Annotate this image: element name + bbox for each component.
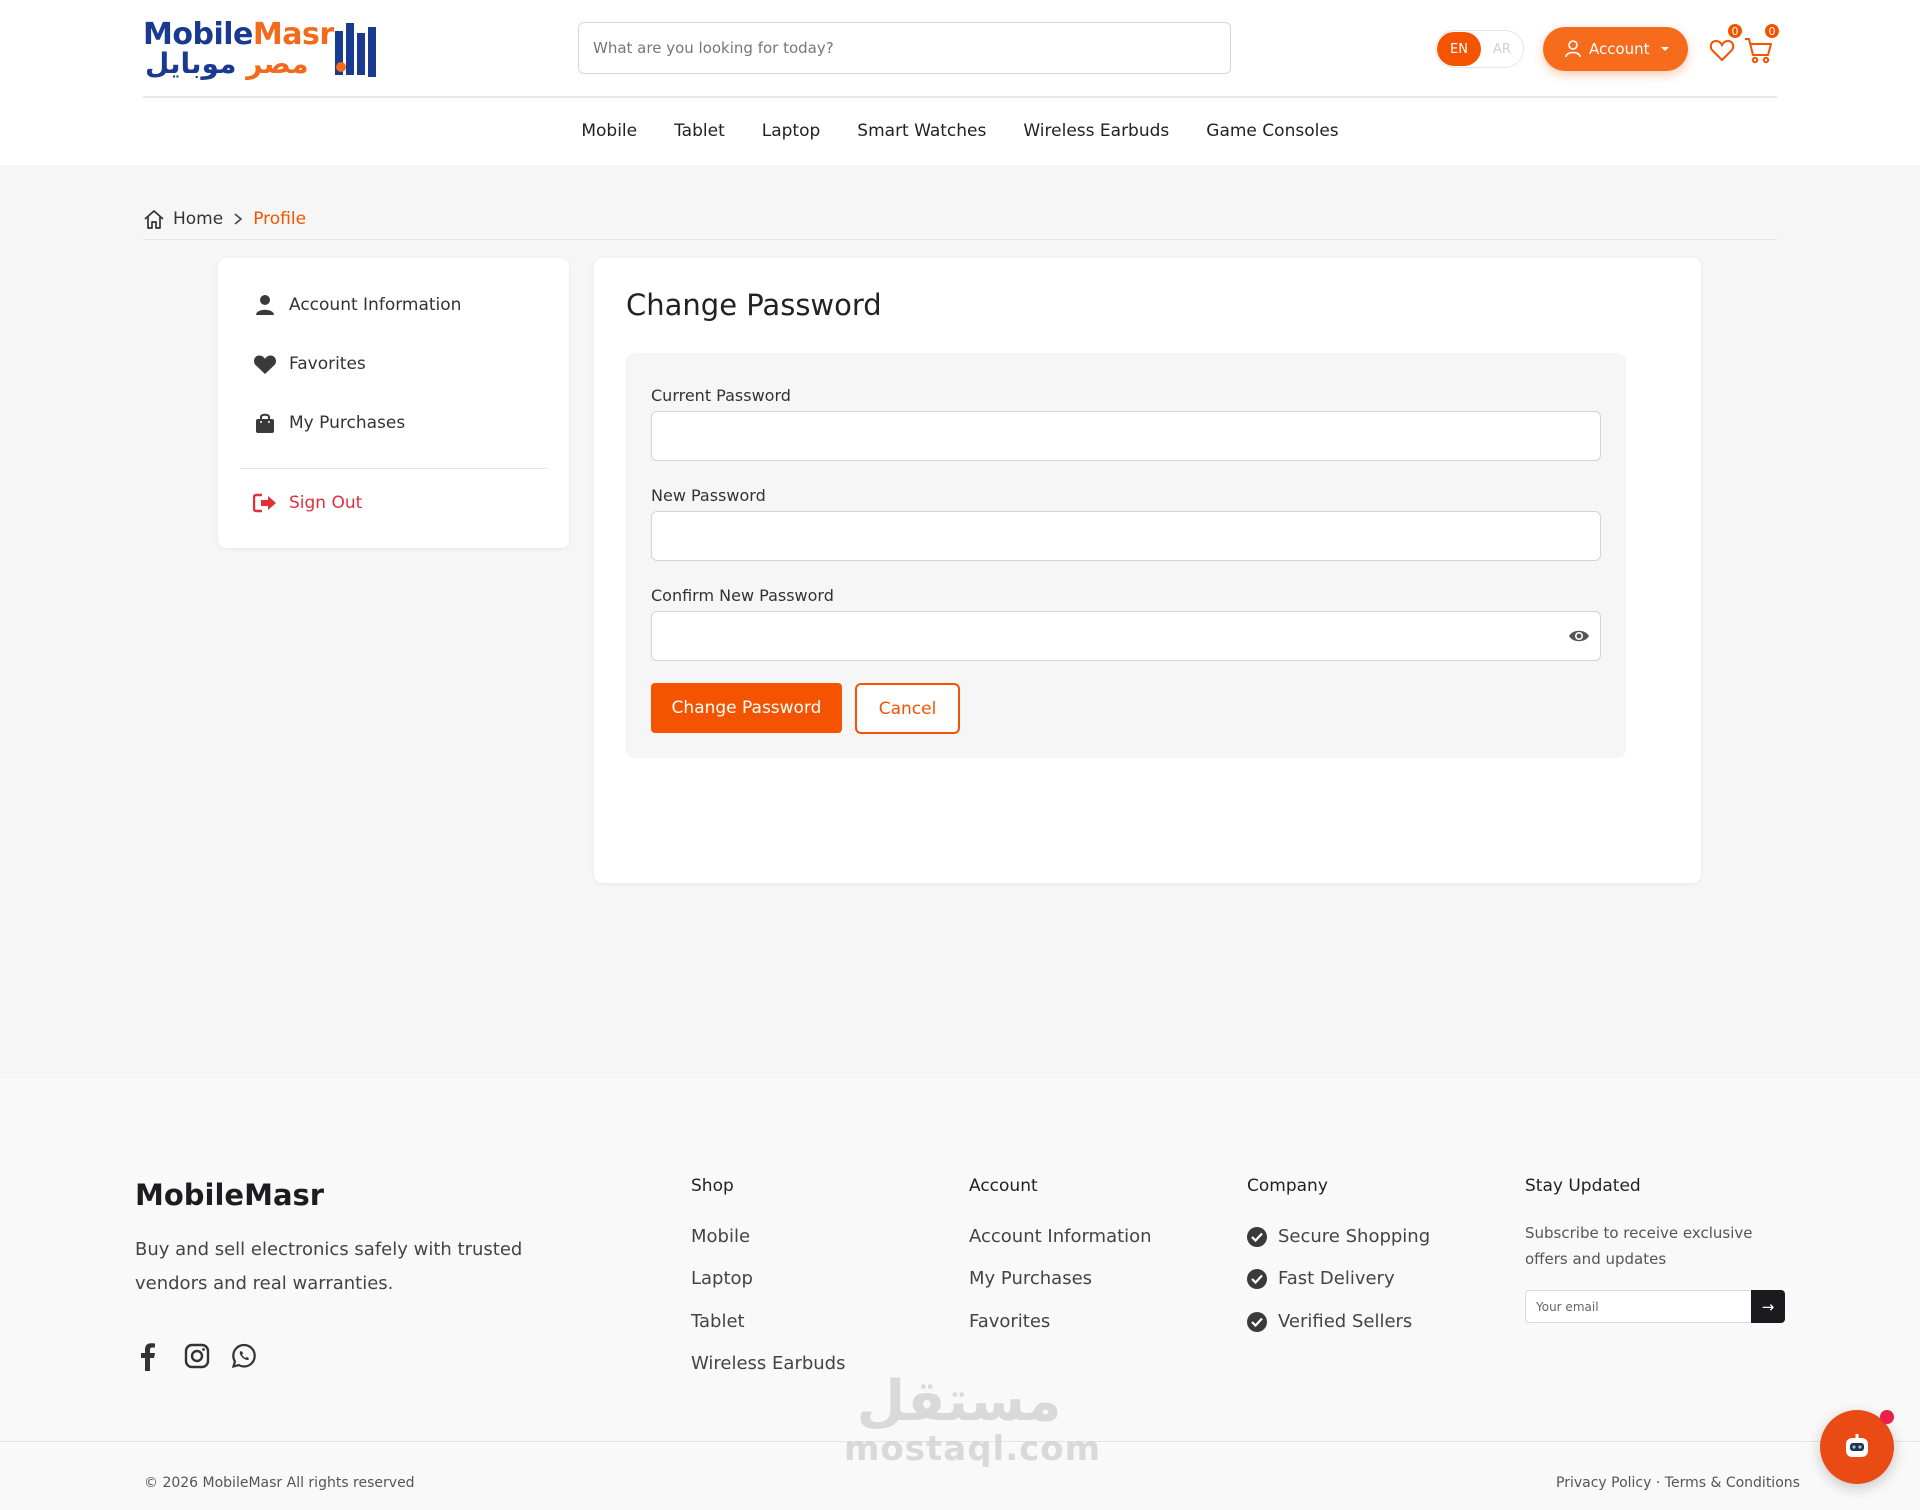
footer-feature-label: Verified Sellers	[1278, 1311, 1413, 1332]
logo-mark-icon	[335, 23, 376, 77]
sidebar-item-label: Favorites	[289, 354, 366, 374]
profile-sidebar: Account Information Favorites My Purchas…	[218, 258, 569, 548]
footer-feature-verified-sellers: Verified Sellers	[1247, 1311, 1412, 1332]
heart-outline-icon[interactable]	[1709, 38, 1735, 66]
change-password-card: Change Password Current Password New Pas…	[594, 258, 1701, 883]
footer-brand: MobileMasr	[135, 1178, 325, 1212]
heart-icon	[253, 354, 277, 375]
footer-legal-links: Privacy Policy · Terms & Conditions	[1556, 1475, 1800, 1491]
account-menu-button[interactable]: Account	[1543, 27, 1688, 71]
page-title: Change Password	[626, 288, 882, 322]
cart-icon[interactable]	[1744, 36, 1774, 68]
watermark-ar: مستقل	[856, 1369, 1062, 1434]
sidebar-item-account-information[interactable]: Account Information	[253, 290, 461, 320]
newsletter-email-input[interactable]	[1525, 1290, 1750, 1323]
footer-newsletter-title: Stay Updated	[1525, 1176, 1641, 1196]
lang-en-toggle[interactable]: EN	[1437, 32, 1481, 66]
change-password-button[interactable]: Change Password	[651, 683, 842, 733]
category-nav: Mobile Tablet Laptop Smart Watches Wirel…	[0, 116, 1920, 146]
sidebar-divider	[240, 468, 547, 469]
sidebar-item-my-purchases[interactable]: My Purchases	[253, 408, 405, 438]
confirm-password-label: Confirm New Password	[651, 586, 834, 605]
check-circle-icon	[1247, 1311, 1267, 1332]
sidebar-item-favorites[interactable]: Favorites	[253, 349, 366, 379]
sign-out-icon	[253, 493, 277, 513]
sidebar-item-label: Account Information	[289, 295, 462, 315]
nav-item-laptop[interactable]: Laptop	[743, 116, 839, 146]
terms-link[interactable]: Terms & Conditions	[1665, 1475, 1800, 1491]
footer-feature-fast-delivery: Fast Delivery	[1247, 1268, 1395, 1289]
confirm-password-field[interactable]	[651, 611, 1601, 661]
sidebar-item-label: My Purchases	[289, 413, 406, 433]
instagram-icon[interactable]	[184, 1343, 210, 1369]
logo-text-ar: مصر موبايل	[145, 47, 309, 80]
nav-item-smart-watches[interactable]: Smart Watches	[839, 116, 1005, 146]
footer-feature-secure-shopping: Secure Shopping	[1247, 1226, 1430, 1247]
footer-feature-label: Fast Delivery	[1278, 1268, 1395, 1289]
user-outline-icon	[1565, 40, 1581, 58]
cart-count-badge: 0	[1763, 22, 1781, 40]
footer-link-mobile[interactable]: Mobile	[691, 1226, 750, 1247]
new-password-field[interactable]	[651, 511, 1601, 561]
nav-item-game-consoles[interactable]: Game Consoles	[1188, 116, 1357, 146]
legal-separator: ·	[1655, 1475, 1661, 1491]
check-circle-icon	[1247, 1268, 1267, 1289]
check-circle-icon	[1247, 1226, 1267, 1247]
eye-icon[interactable]	[1568, 628, 1590, 644]
shopping-bag-icon	[253, 412, 277, 434]
nav-item-tablet[interactable]: Tablet	[656, 116, 744, 146]
language-switch: EN AR	[1435, 30, 1524, 68]
user-icon	[253, 294, 277, 316]
site-header: MobileMasr مصر موبايل EN AR Account 0 0 …	[0, 0, 1920, 165]
header-divider	[143, 96, 1777, 98]
search-input[interactable]	[578, 22, 1231, 74]
favorites-count-badge: 0	[1726, 22, 1744, 40]
breadcrumb-divider	[143, 239, 1777, 240]
mostaql-watermark: مستقل mostaql.com	[844, 1369, 1102, 1469]
nav-item-wireless-earbuds[interactable]: Wireless Earbuds	[1005, 116, 1188, 146]
home-icon[interactable]	[143, 208, 165, 230]
sign-out-label: Sign Out	[289, 493, 363, 513]
copyright-text: © 2026 MobileMasr All rights reserved	[144, 1475, 415, 1491]
newsletter-description: Subscribe to receive exclusive offers an…	[1525, 1224, 1753, 1268]
robot-icon	[1842, 1433, 1872, 1461]
footer-company-title: Company	[1247, 1176, 1328, 1196]
footer-shop-title: Shop	[691, 1176, 734, 1196]
current-password-label: Current Password	[651, 386, 791, 405]
newsletter-submit-button[interactable]: →	[1751, 1290, 1785, 1323]
footer-link-favorites[interactable]: Favorites	[969, 1311, 1050, 1332]
chatbot-notification-dot	[1880, 1410, 1894, 1424]
caret-down-icon	[1660, 46, 1670, 52]
whatsapp-icon[interactable]	[231, 1343, 257, 1369]
footer-link-tablet[interactable]: Tablet	[691, 1311, 745, 1332]
chevron-right-icon	[233, 212, 243, 226]
footer-link-my-purchases[interactable]: My Purchases	[969, 1268, 1092, 1289]
account-label: Account	[1589, 40, 1650, 58]
footer-link-laptop[interactable]: Laptop	[691, 1268, 753, 1289]
new-password-label: New Password	[651, 486, 766, 505]
footer-feature-label: Secure Shopping	[1278, 1226, 1431, 1247]
footer-account-title: Account	[969, 1176, 1038, 1196]
privacy-policy-link[interactable]: Privacy Policy	[1556, 1475, 1651, 1491]
facebook-icon[interactable]	[140, 1343, 156, 1371]
footer-description: Buy and sell electronics safely with tru…	[135, 1239, 523, 1294]
breadcrumb-current: Profile	[253, 209, 307, 229]
change-password-form: Current Password New Password Confirm Ne…	[626, 353, 1626, 758]
watermark-en: mostaql.com	[844, 1429, 1102, 1469]
site-logo[interactable]: MobileMasr مصر موبايل	[143, 17, 378, 81]
footer-link-account-information[interactable]: Account Information	[969, 1226, 1152, 1247]
lang-ar-toggle[interactable]: AR	[1482, 32, 1522, 66]
footer-link-wireless-earbuds[interactable]: Wireless Earbuds	[691, 1353, 845, 1374]
breadcrumb-home[interactable]: Home	[173, 209, 223, 229]
current-password-field[interactable]	[651, 411, 1601, 461]
sign-out-button[interactable]: Sign Out	[253, 488, 362, 518]
nav-item-mobile[interactable]: Mobile	[563, 116, 656, 146]
cancel-button[interactable]: Cancel	[855, 683, 960, 734]
breadcrumb: Home Profile	[143, 204, 306, 234]
